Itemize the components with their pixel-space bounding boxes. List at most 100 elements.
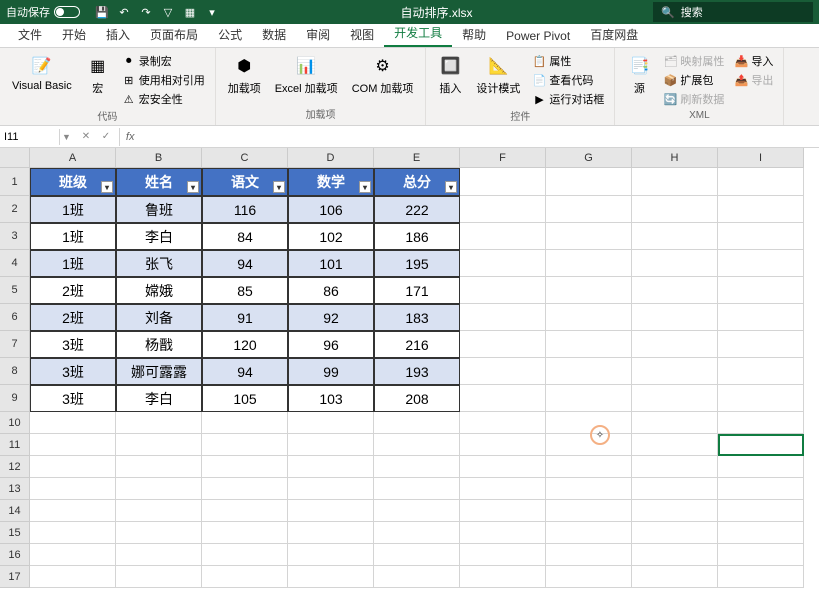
cell-E8[interactable]: 193 [374, 358, 460, 385]
cell-G11[interactable] [546, 434, 632, 456]
row-header-6[interactable]: 6 [0, 304, 30, 331]
addins-button[interactable]: ⬢ 加载项 [224, 52, 265, 98]
cell-F5[interactable] [460, 277, 546, 304]
cell-D11[interactable] [288, 434, 374, 456]
cell-C10[interactable] [202, 412, 288, 434]
cell-I6[interactable] [718, 304, 804, 331]
visual-basic-button[interactable]: 📝 Visual Basic [8, 52, 76, 94]
cell-H9[interactable] [632, 385, 718, 412]
cell-A10[interactable] [30, 412, 116, 434]
cell-E12[interactable] [374, 456, 460, 478]
cell-F13[interactable] [460, 478, 546, 500]
cell-H13[interactable] [632, 478, 718, 500]
cell-B10[interactable] [116, 412, 202, 434]
cell-F12[interactable] [460, 456, 546, 478]
cell-G17[interactable] [546, 566, 632, 588]
cell-E15[interactable] [374, 522, 460, 544]
cell-E14[interactable] [374, 500, 460, 522]
ribbon-tab-数据[interactable]: 数据 [252, 22, 296, 47]
cell-C7[interactable]: 120 [202, 331, 288, 358]
cell-G15[interactable] [546, 522, 632, 544]
cell-H15[interactable] [632, 522, 718, 544]
cell-H10[interactable] [632, 412, 718, 434]
cell-G2[interactable] [546, 196, 632, 223]
cell-B8[interactable]: 娜可露露 [116, 358, 202, 385]
cell-E3[interactable]: 186 [374, 223, 460, 250]
row-header-14[interactable]: 14 [0, 500, 30, 522]
col-header-E[interactable]: E [374, 148, 460, 168]
cell-B3[interactable]: 李白 [116, 223, 202, 250]
cell-H12[interactable] [632, 456, 718, 478]
ribbon-tab-帮助[interactable]: 帮助 [452, 22, 496, 47]
cell-C17[interactable] [202, 566, 288, 588]
cell-D1[interactable]: 数学▾ [288, 168, 374, 196]
cell-F6[interactable] [460, 304, 546, 331]
cell-H14[interactable] [632, 500, 718, 522]
cell-E1[interactable]: 总分▾ [374, 168, 460, 196]
cell-I1[interactable] [718, 168, 804, 196]
cell-E16[interactable] [374, 544, 460, 566]
cell-C2[interactable]: 116 [202, 196, 288, 223]
cell-B6[interactable]: 刘备 [116, 304, 202, 331]
cell-D10[interactable] [288, 412, 374, 434]
row-header-3[interactable]: 3 [0, 223, 30, 250]
cell-H4[interactable] [632, 250, 718, 277]
cell-H5[interactable] [632, 277, 718, 304]
cell-B11[interactable] [116, 434, 202, 456]
cell-G13[interactable] [546, 478, 632, 500]
cell-A3[interactable]: 1班 [30, 223, 116, 250]
cell-C11[interactable] [202, 434, 288, 456]
more-icon[interactable]: ▾ [204, 4, 220, 20]
cell-I15[interactable] [718, 522, 804, 544]
cell-D2[interactable]: 106 [288, 196, 374, 223]
cell-B13[interactable] [116, 478, 202, 500]
ribbon-tab-文件[interactable]: 文件 [8, 22, 52, 47]
cell-A17[interactable] [30, 566, 116, 588]
col-header-H[interactable]: H [632, 148, 718, 168]
cell-C15[interactable] [202, 522, 288, 544]
cell-E17[interactable] [374, 566, 460, 588]
cancel-formula-icon[interactable]: ✕ [77, 128, 95, 146]
cell-I8[interactable] [718, 358, 804, 385]
cell-A2[interactable]: 1班 [30, 196, 116, 223]
formula-input[interactable] [140, 135, 819, 139]
cell-F11[interactable] [460, 434, 546, 456]
cell-E4[interactable]: 195 [374, 250, 460, 277]
cell-F8[interactable] [460, 358, 546, 385]
cell-E11[interactable] [374, 434, 460, 456]
row-header-11[interactable]: 11 [0, 434, 30, 456]
cell-G6[interactable] [546, 304, 632, 331]
cell-B17[interactable] [116, 566, 202, 588]
row-header-7[interactable]: 7 [0, 331, 30, 358]
row-header-8[interactable]: 8 [0, 358, 30, 385]
insert-controls-button[interactable]: 🔲 插入 [434, 52, 466, 98]
cell-E9[interactable]: 208 [374, 385, 460, 412]
cell-B5[interactable]: 嫦娥 [116, 277, 202, 304]
cell-A11[interactable] [30, 434, 116, 456]
macro-security-button[interactable]: ⚠宏安全性 [120, 90, 207, 108]
cell-C3[interactable]: 84 [202, 223, 288, 250]
ribbon-tab-视图[interactable]: 视图 [340, 22, 384, 47]
expansion-button[interactable]: 📦扩展包 [661, 71, 726, 89]
cell-B16[interactable] [116, 544, 202, 566]
row-header-10[interactable]: 10 [0, 412, 30, 434]
ribbon-tab-插入[interactable]: 插入 [96, 22, 140, 47]
ribbon-tab-百度网盘[interactable]: 百度网盘 [580, 22, 648, 47]
row-header-12[interactable]: 12 [0, 456, 30, 478]
cell-F9[interactable] [460, 385, 546, 412]
cell-C8[interactable]: 94 [202, 358, 288, 385]
cell-A4[interactable]: 1班 [30, 250, 116, 277]
ribbon-tab-开发工具[interactable]: 开发工具 [384, 20, 452, 47]
cell-G10[interactable] [546, 412, 632, 434]
cell-I12[interactable] [718, 456, 804, 478]
row-header-4[interactable]: 4 [0, 250, 30, 277]
excel-addins-button[interactable]: 📊 Excel 加载项 [271, 52, 342, 98]
cell-I9[interactable] [718, 385, 804, 412]
cell-C12[interactable] [202, 456, 288, 478]
cell-I16[interactable] [718, 544, 804, 566]
cell-H3[interactable] [632, 223, 718, 250]
cell-C1[interactable]: 语文▾ [202, 168, 288, 196]
cell-E2[interactable]: 222 [374, 196, 460, 223]
cell-F1[interactable] [460, 168, 546, 196]
cell-C16[interactable] [202, 544, 288, 566]
